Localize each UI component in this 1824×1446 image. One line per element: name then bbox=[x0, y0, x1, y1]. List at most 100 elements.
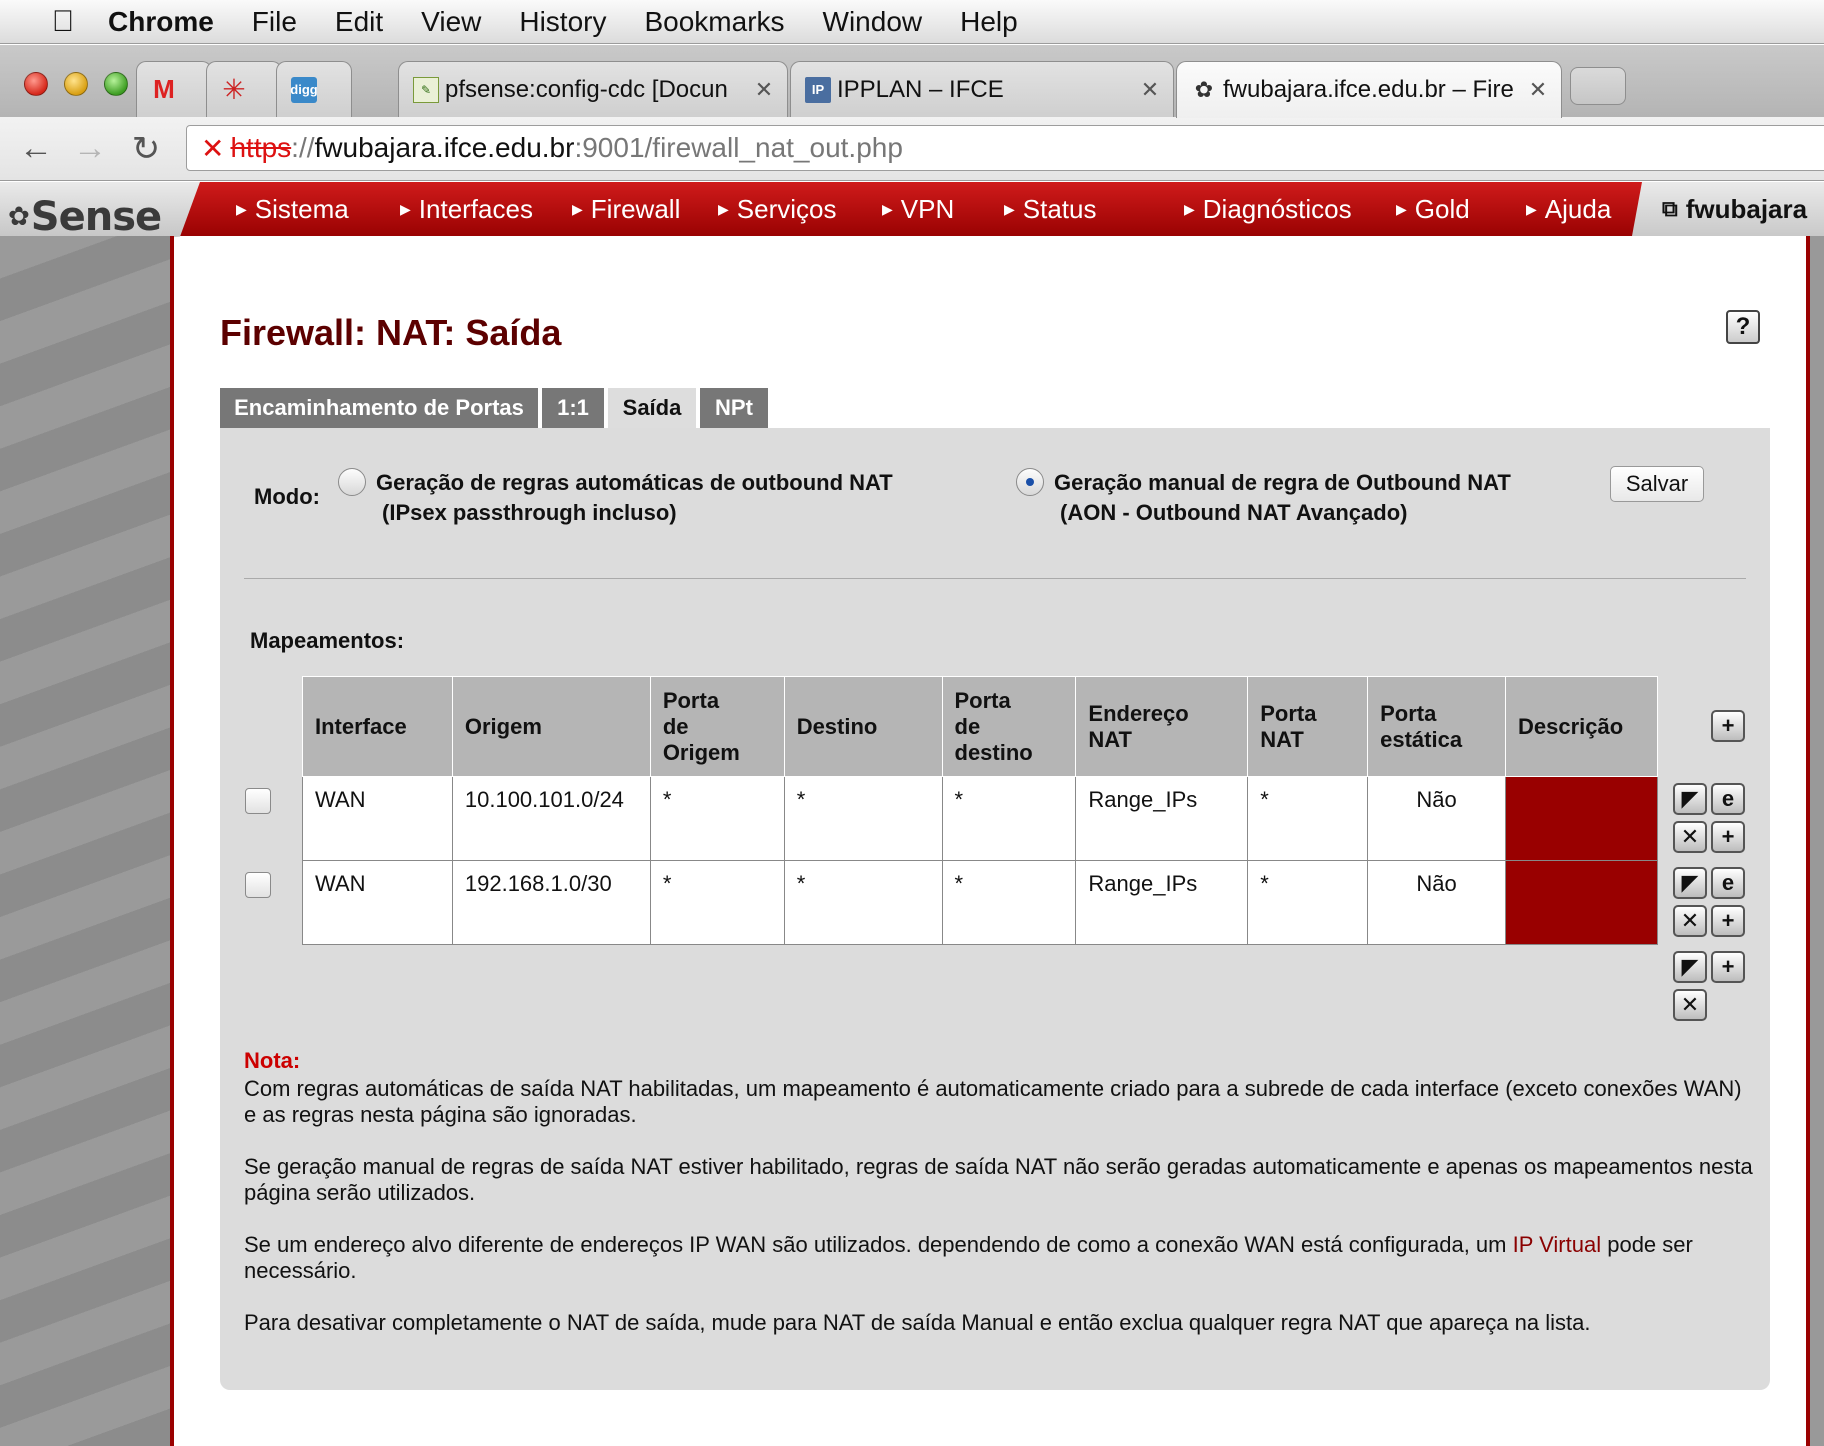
nav-servicos[interactable]: ▶ Serviços bbox=[718, 194, 836, 225]
apple-icon[interactable]:  bbox=[38, 5, 88, 39]
nav-status[interactable]: ▶ Status bbox=[1004, 194, 1097, 225]
cell-porta-nat[interactable]: * bbox=[1247, 776, 1369, 861]
mode-auto-line2: (IPsex passthrough incluso) bbox=[382, 500, 677, 525]
virtual-ip-link[interactable]: IP Virtual bbox=[1513, 1232, 1601, 1257]
tab-saida[interactable]: Saída bbox=[608, 388, 696, 428]
add-rule-based-on-icon[interactable]: + bbox=[1711, 821, 1745, 853]
ipplan-icon: IP bbox=[805, 76, 831, 103]
tab-npt[interactable]: NPt bbox=[700, 388, 768, 428]
cell-interface[interactable]: WAN bbox=[302, 860, 453, 945]
browser-tab-ipplan[interactable]: IP IPPLAN – IFCE ✕ bbox=[790, 61, 1174, 117]
help-icon[interactable]: ? bbox=[1726, 310, 1760, 344]
col-descricao: Descrição bbox=[1505, 676, 1658, 777]
delete-rule-icon[interactable]: ✕ bbox=[1673, 905, 1707, 937]
header-text: NAT bbox=[1260, 726, 1304, 752]
cell-porta-destino[interactable]: * bbox=[941, 860, 1077, 945]
cell-interface[interactable]: WAN bbox=[302, 776, 453, 861]
address-bar[interactable]: ✕ https :// fwubajara.ifce.edu.br :9001/… bbox=[186, 125, 1824, 171]
menu-edit[interactable]: Edit bbox=[335, 6, 383, 38]
nav-diagnosticos[interactable]: ▶ Diagnósticos bbox=[1184, 194, 1352, 225]
tab-title: IPPLAN – IFCE bbox=[837, 75, 1004, 103]
cell-origem[interactable]: 192.168.1.0/30 bbox=[451, 860, 651, 945]
table-row[interactable]: WAN 192.168.1.0/30 * * * Range_IPs * Não bbox=[302, 860, 1658, 945]
header-text: estática bbox=[1380, 726, 1463, 752]
menu-app-chrome[interactable]: Chrome bbox=[108, 6, 214, 38]
asterisk-icon: ✳ bbox=[222, 74, 246, 105]
cell-porta-estatica[interactable]: Não bbox=[1367, 776, 1506, 861]
cell-destino[interactable]: * bbox=[783, 860, 943, 945]
tab-encaminhamento-de-portas[interactable]: Encaminhamento de Portas bbox=[220, 388, 538, 428]
mappings-label: Mapeamentos: bbox=[250, 628, 405, 653]
delete-rule-icon[interactable]: ✕ bbox=[1673, 821, 1707, 853]
header-text: NAT bbox=[1088, 726, 1132, 752]
row-select-checkbox[interactable] bbox=[245, 872, 271, 898]
col-destino: Destino bbox=[783, 676, 943, 777]
cell-porta-estatica[interactable]: Não bbox=[1367, 860, 1506, 945]
menu-window[interactable]: Window bbox=[823, 6, 923, 38]
window-zoom-button[interactable] bbox=[104, 72, 128, 96]
add-rule-icon[interactable]: + bbox=[1711, 710, 1745, 742]
forward-arrow-icon[interactable]: → bbox=[70, 129, 110, 168]
move-selected-to-end-icon[interactable]: ◤ bbox=[1673, 951, 1707, 983]
tab-1-1[interactable]: 1:1 bbox=[542, 388, 604, 428]
add-rule-based-on-icon[interactable]: + bbox=[1711, 905, 1745, 937]
note-paragraph-1: Com regras automáticas de saída NAT habi… bbox=[244, 1076, 1742, 1127]
nav-sistema[interactable]: ▶ Sistema bbox=[236, 194, 349, 225]
nav-ajuda[interactable]: ▶ Ajuda bbox=[1526, 194, 1611, 225]
browser-tab-gmail[interactable]: M bbox=[136, 61, 212, 117]
delete-selected-icon[interactable]: ✕ bbox=[1673, 989, 1707, 1021]
cell-destino[interactable]: * bbox=[783, 776, 943, 861]
nav-vpn[interactable]: ▶ VPN bbox=[882, 194, 954, 225]
browser-tab-asterisk[interactable]: ✳ bbox=[206, 61, 282, 117]
close-icon[interactable]: ✕ bbox=[1523, 77, 1553, 103]
nav-firewall[interactable]: ▶ Firewall bbox=[572, 194, 680, 225]
mode-auto-radio[interactable] bbox=[338, 468, 366, 496]
window-minimize-button[interactable] bbox=[64, 72, 88, 96]
reload-icon[interactable]: ↻ bbox=[126, 129, 166, 169]
cell-porta-origem[interactable]: * bbox=[649, 860, 785, 945]
add-rule-icon[interactable]: + bbox=[1711, 951, 1745, 983]
cell-porta-destino[interactable]: * bbox=[941, 776, 1077, 861]
nav-interfaces[interactable]: ▶ Interfaces bbox=[400, 194, 533, 225]
browser-tab-confluence[interactable]: ✎ pfsense:config-cdc [Docun ✕ bbox=[398, 61, 788, 117]
header-text: Origem bbox=[662, 739, 740, 765]
menu-history[interactable]: History bbox=[519, 6, 606, 38]
cell-porta-origem[interactable]: * bbox=[649, 776, 785, 861]
mode-manual-radio[interactable] bbox=[1016, 468, 1044, 496]
nav-label: Interfaces bbox=[418, 193, 533, 224]
save-button[interactable]: Salvar bbox=[1610, 466, 1704, 502]
edit-rule-icon[interactable]: e bbox=[1711, 867, 1745, 899]
move-rule-icon[interactable]: ◤ bbox=[1673, 867, 1707, 899]
edit-rule-icon[interactable]: e bbox=[1711, 783, 1745, 815]
digg-icon: digg bbox=[290, 76, 318, 103]
menu-view[interactable]: View bbox=[421, 6, 481, 38]
col-endereco-nat: Endereço NAT bbox=[1075, 676, 1249, 777]
nav-gold[interactable]: ▶ Gold bbox=[1396, 194, 1470, 225]
browser-tab-pfsense-active[interactable]: ✿ fwubajara.ifce.edu.br – Fire ✕ bbox=[1176, 61, 1562, 118]
back-arrow-icon[interactable]: ← bbox=[16, 129, 56, 168]
browser-tab-digg[interactable]: digg bbox=[276, 61, 352, 117]
menu-file[interactable]: File bbox=[252, 6, 297, 38]
triangle-right-icon: ▶ bbox=[400, 200, 411, 217]
cell-endereco-nat[interactable]: Range_IPs bbox=[1075, 776, 1249, 861]
nav-label: Firewall bbox=[590, 193, 681, 224]
cell-origem[interactable]: 10.100.101.0/24 bbox=[451, 776, 651, 861]
row-select-checkbox[interactable] bbox=[245, 788, 271, 814]
window-close-button[interactable] bbox=[24, 72, 48, 96]
cell-porta-nat[interactable]: * bbox=[1247, 860, 1369, 945]
menu-bookmarks[interactable]: Bookmarks bbox=[644, 6, 784, 38]
cell-descricao[interactable] bbox=[1505, 776, 1658, 861]
hostname-box: ⧉ fwubajara bbox=[1632, 182, 1824, 236]
triangle-right-icon: ▶ bbox=[236, 200, 247, 217]
move-rule-icon[interactable]: ◤ bbox=[1673, 783, 1707, 815]
mode-manual-line1: Geração manual de regra de Outbound NAT bbox=[1054, 470, 1511, 495]
cell-endereco-nat[interactable]: Range_IPs bbox=[1075, 860, 1249, 945]
menu-help[interactable]: Help bbox=[960, 6, 1018, 38]
table-row[interactable]: WAN 10.100.101.0/24 * * * Range_IPs * Nã… bbox=[302, 776, 1658, 861]
header-text: Porta bbox=[1380, 700, 1437, 726]
new-tab-button[interactable] bbox=[1570, 67, 1626, 105]
cell-descricao[interactable] bbox=[1505, 860, 1658, 945]
close-icon[interactable]: ✕ bbox=[1135, 77, 1165, 103]
header-text: Endereço bbox=[1088, 700, 1189, 726]
close-icon[interactable]: ✕ bbox=[749, 77, 779, 103]
